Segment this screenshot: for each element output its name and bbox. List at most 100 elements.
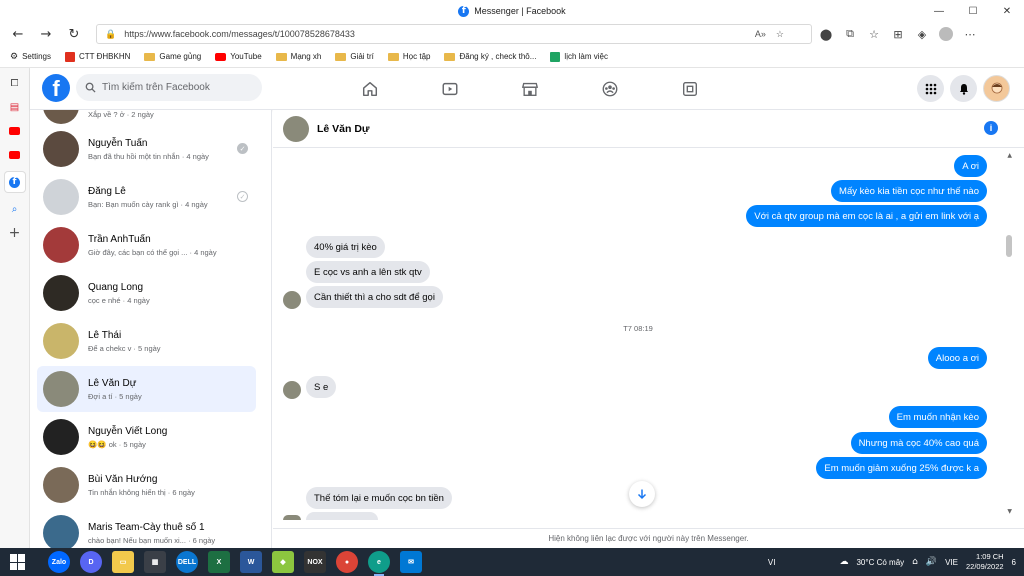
extensions-puzzle-icon[interactable]: ⧉ <box>842 26 858 42</box>
sender-avatar <box>283 515 301 520</box>
file-explorer-icon[interactable]: ▭ <box>112 551 134 573</box>
chat-item[interactable]: Nguyễn Tuấn Bạn đã thu hồi một tin nhắn ·… <box>37 126 256 172</box>
windows-start-icon[interactable] <box>10 554 26 570</box>
address-bar-actions: A» ☆ <box>755 24 784 44</box>
extension-abp-icon[interactable]: ⬤ <box>818 26 834 42</box>
close-button[interactable]: ✕ <box>990 0 1024 22</box>
forward-button[interactable]: → <box>32 22 60 46</box>
back-button[interactable]: ← <box>4 22 32 46</box>
scroll-up-arrow[interactable]: ▲ <box>1007 152 1012 159</box>
bookmark-giaitri[interactable]: Giải trí <box>335 52 374 61</box>
message-outgoing[interactable]: Với cả qtv group mà em cọc là ai , a gửi… <box>746 205 987 227</box>
refresh-button[interactable]: ↻ <box>60 22 88 46</box>
weather-icon[interactable]: ☁ <box>839 557 848 567</box>
message-incoming[interactable]: S e <box>306 376 337 398</box>
message-incoming[interactable]: Cần thiết thì a cho sdt để gọi <box>306 286 443 308</box>
tab-watch[interactable] <box>410 68 490 110</box>
add-sidebar-icon[interactable]: + <box>8 225 22 241</box>
maximize-button[interactable]: ☐ <box>956 0 990 22</box>
tab-marketplace[interactable] <box>490 68 570 110</box>
search-input[interactable] <box>102 82 252 93</box>
chat-item[interactable]: Bùi Văn Hướng Tin nhắn không hiển thị · 6… <box>37 462 256 508</box>
message-incoming[interactable]: Thế tóm lại e muốn cọc bn tiền <box>306 487 452 509</box>
bookmark-mangxh[interactable]: Mạng xh <box>275 52 321 61</box>
message-incoming[interactable]: E cọc vs anh a lên stk qtv <box>306 261 430 283</box>
chat-item[interactable]: Maris Team-Cày thuê số 1 chào bạn! Nếu bạ… <box>37 510 256 548</box>
video-icon <box>442 82 458 96</box>
bookmark-lichlamviec[interactable]: lịch làm việc <box>550 51 608 62</box>
avatar <box>43 419 79 455</box>
facebook-search[interactable] <box>76 74 262 101</box>
network-icon[interactable]: ⌂ <box>912 557 918 567</box>
message-outgoing[interactable]: Mấy kèo kia tiền cọc như thế nào <box>831 180 987 202</box>
chat-item[interactable]: Trần AnhTuấn Giờ đây, các bạn có thể gọi … <box>37 222 256 268</box>
bookmark-game[interactable]: Game gủng <box>144 52 201 61</box>
lock-icon[interactable]: 🔒 <box>105 29 116 40</box>
read-aloud-icon[interactable]: A» <box>755 29 766 39</box>
input-method-label[interactable]: VI <box>768 558 776 567</box>
more-menu-icon[interactable]: ⋯ <box>962 26 978 42</box>
weather-text[interactable]: 30°C Có mây <box>856 558 904 567</box>
facebook-logo[interactable]: f <box>42 74 70 102</box>
chat-item[interactable]: Nguyễn Viết Long 😆😆 ok · 5 ngày <box>37 414 256 460</box>
chat-item-active[interactable]: Lê Văn Dự Đợi a tí · 5 ngày <box>37 366 256 412</box>
dell-icon[interactable]: DELL <box>176 551 198 573</box>
scroll-down-arrow[interactable]: ▼ <box>1007 508 1012 515</box>
message-outgoing[interactable]: Alooo a ơi <box>927 347 987 369</box>
store-icon[interactable]: ▦ <box>144 551 166 573</box>
browser-essentials-icon[interactable]: ◈ <box>914 26 930 42</box>
favorite-star-icon[interactable]: ☆ <box>776 29 784 40</box>
tab-home[interactable] <box>330 68 410 110</box>
bookmark-ctt[interactable]: CTT ĐHBKHN <box>64 51 130 62</box>
tab-groups[interactable] <box>570 68 650 110</box>
discord-icon[interactable]: D <box>80 551 102 573</box>
facebook-sidebar-icon[interactable]: f <box>4 172 25 192</box>
message-outgoing[interactable]: Nhưng mà cọc 40% cao quá <box>850 432 987 454</box>
chat-item[interactable]: Quang Long cọc e nhé · 4 ngày <box>37 270 256 316</box>
youtube-sidebar-icon[interactable] <box>8 124 22 138</box>
bookmark-settings[interactable]: ⚙ Settings <box>10 52 51 62</box>
tab-actions-icon[interactable]: ⧠ <box>8 76 22 90</box>
scrollbar-thumb[interactable] <box>1006 235 1012 257</box>
address-bar[interactable]: 🔒 https://www.facebook.com/messages/t/10… <box>96 24 812 44</box>
word-icon[interactable]: W <box>240 551 262 573</box>
chat-item[interactable]: Đăng Lê Bạn: Bạn muốn cày rank gì · 4 ngà… <box>37 174 256 220</box>
account-avatar[interactable] <box>983 75 1010 102</box>
system-tray: VI ☁ 30°C Có mây ⌂ 🔊 VIE 1:09 CH 22/09/2… <box>768 548 1016 576</box>
notifications-button[interactable] <box>950 75 977 102</box>
zalo-icon[interactable]: Zalo <box>48 551 70 573</box>
info-icon[interactable]: i <box>984 121 998 135</box>
favorites-icon[interactable]: ☆ <box>866 26 882 42</box>
clock[interactable]: 1:09 CH 22/09/2022 <box>966 552 1004 572</box>
excel-icon[interactable]: X <box>208 551 230 573</box>
bookmark-dangky[interactable]: Đăng ký , check thô... <box>444 52 536 61</box>
nox-icon[interactable]: NOX <box>304 551 326 573</box>
office-icon[interactable]: ▤ <box>8 100 22 114</box>
bookmark-hoctap[interactable]: Học tập <box>387 52 430 61</box>
mail-icon[interactable]: ✉ <box>400 551 422 573</box>
chrome-icon[interactable]: ● <box>336 551 358 573</box>
collections-icon[interactable]: ⊞ <box>890 26 906 42</box>
youtube-sidebar-icon-2[interactable] <box>8 148 22 162</box>
scroll-to-bottom-button[interactable] <box>629 481 655 507</box>
bookmark-youtube[interactable]: YouTube <box>215 52 262 61</box>
message-incoming[interactable]: 40% giá trị kèo <box>306 236 385 258</box>
edge-icon[interactable]: e <box>368 551 390 576</box>
profile-avatar[interactable] <box>938 26 954 42</box>
message-outgoing[interactable]: Em muốn nhận kèo <box>888 406 987 428</box>
menu-grid-button[interactable] <box>917 75 944 102</box>
language-indicator[interactable]: VIE <box>945 558 958 567</box>
minimize-button[interactable]: — <box>922 0 956 22</box>
speaker-icon[interactable]: 🔊 <box>926 557 937 567</box>
avatar <box>43 131 79 167</box>
contact-name[interactable]: Lê Văn Dự <box>317 123 370 135</box>
chat-list: Xắp về ? ở · 2 ngày Nguyễn Tuấn Bạn đã th… <box>30 110 272 548</box>
chat-item[interactable]: Lê Thái Để a chekc v · 5 ngày <box>37 318 256 364</box>
message-outgoing[interactable]: A ơi <box>954 155 987 177</box>
message-outgoing[interactable]: Em muốn giảm xuống 25% được k a <box>816 457 987 479</box>
game-app-icon[interactable]: ◆ <box>272 551 294 573</box>
search-sidebar-icon[interactable]: ⌕ <box>8 202 22 216</box>
notification-count-badge[interactable]: 6 <box>1012 558 1016 567</box>
contact-avatar[interactable] <box>283 115 309 142</box>
tab-gaming[interactable] <box>650 68 730 110</box>
